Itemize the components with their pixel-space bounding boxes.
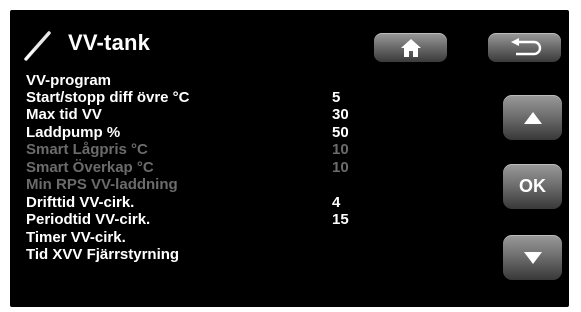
menu-row[interactable]: Min RPS VV-laddning xyxy=(26,176,356,193)
scroll-up-button[interactable] xyxy=(503,95,562,140)
menu-row-label: Min RPS VV-laddning xyxy=(26,176,178,193)
thermometer-probe-icon xyxy=(24,31,51,61)
arrow-down-icon xyxy=(523,251,542,264)
page-title: VV-tank xyxy=(68,30,151,55)
home-icon xyxy=(400,38,421,57)
menu-row-label: Smart Överkap °C xyxy=(26,159,154,176)
ok-label: OK xyxy=(519,176,546,196)
menu-row[interactable]: Laddpump % 50 xyxy=(26,124,356,141)
menu-row-label: Laddpump % xyxy=(26,124,121,141)
display-screen: VV-tank VV-program Start/stopp diff övre … xyxy=(10,10,569,307)
menu-row[interactable]: Start/stopp diff övre °C 5 xyxy=(26,89,356,106)
menu-row-label: Start/stopp diff övre °C xyxy=(26,89,190,106)
menu-row-value: 10 xyxy=(332,141,349,158)
home-button[interactable] xyxy=(374,33,447,62)
menu-row-value: 4 xyxy=(332,194,341,211)
menu-row-label: Periodtid VV-cirk. xyxy=(26,211,151,228)
ok-button[interactable]: OK xyxy=(503,164,562,209)
menu-row[interactable]: VV-program xyxy=(26,72,356,89)
back-button[interactable] xyxy=(488,33,561,62)
back-arrow-icon xyxy=(510,37,541,55)
scroll-down-button[interactable] xyxy=(503,235,562,280)
menu-row-label: Tid XVV Fjärrstyrning xyxy=(26,246,180,263)
menu-row[interactable]: Max tid VV 30 xyxy=(26,106,356,123)
menu-row-label: Max tid VV xyxy=(26,106,102,123)
menu-row-value: 5 xyxy=(332,89,341,106)
arrow-up-icon xyxy=(523,111,542,124)
menu-row[interactable]: Drifttid VV-cirk. 4 xyxy=(26,194,356,211)
menu-row-label: VV-program xyxy=(26,72,112,89)
menu-row[interactable]: Timer VV-cirk. xyxy=(26,229,356,246)
menu-row-label: Timer VV-cirk. xyxy=(26,229,126,246)
menu-row-value: 15 xyxy=(332,211,349,228)
menu-row-value: 30 xyxy=(332,106,349,123)
menu-row[interactable]: Tid XVV Fjärrstyrning xyxy=(26,246,356,263)
menu-row[interactable]: Smart Lågpris °C 10 xyxy=(26,141,356,158)
menu-row[interactable]: Smart Överkap °C 10 xyxy=(26,159,356,176)
menu-row[interactable]: Periodtid VV-cirk. 15 xyxy=(26,211,356,228)
header: VV-tank xyxy=(10,10,569,72)
menu-row-value: 10 xyxy=(332,159,349,176)
menu-row-label: Smart Lågpris °C xyxy=(26,141,148,158)
menu-row-value: 50 xyxy=(332,124,349,141)
menu-row-label: Drifttid VV-cirk. xyxy=(26,194,135,211)
